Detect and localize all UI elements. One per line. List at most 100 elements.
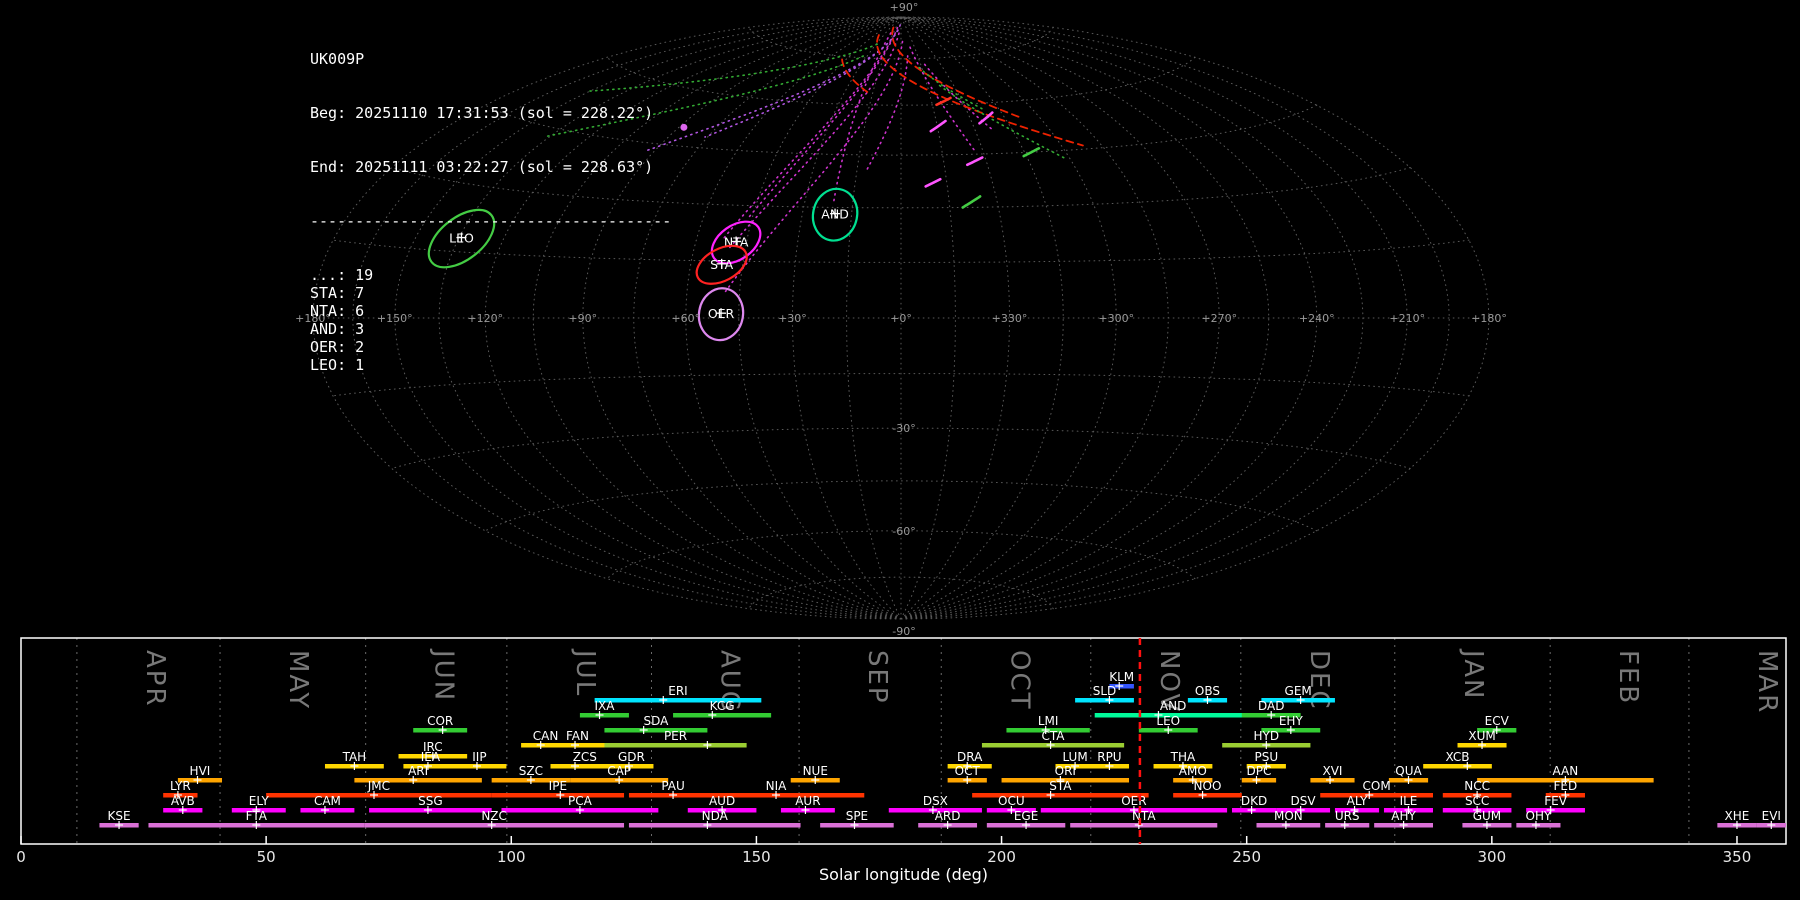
meteor-trail	[926, 179, 941, 186]
shower-label: SPE	[846, 809, 868, 823]
meteor-trail	[724, 41, 891, 238]
shower-label: SZC	[519, 764, 543, 778]
lon-axis-label: +300°	[1098, 312, 1134, 325]
lat-axis-label: -30°	[892, 422, 915, 435]
shower-label: NOO	[1194, 779, 1222, 793]
month-label: SEP	[862, 650, 892, 705]
shower-label: SCC	[1465, 794, 1489, 808]
shower-label: AHY	[1391, 809, 1416, 823]
shower-label: THA	[1170, 750, 1196, 764]
shower-label: XHE	[1725, 809, 1750, 823]
meteor-trail	[842, 59, 867, 92]
shower-label: DRA	[957, 750, 983, 764]
shower-label: CTA	[1042, 729, 1066, 743]
shower-label: ORI	[1055, 764, 1076, 778]
meteor-observation-screen: UK009P Beg: 20251110 17:31:53 (sol = 228…	[0, 0, 1800, 900]
lat-axis-label: -90°	[892, 625, 915, 638]
x-tick-label: 200	[987, 848, 1016, 866]
lon-axis-label: +30°	[778, 312, 807, 325]
shower-label: ECV	[1485, 714, 1510, 728]
shower-bar-xcb	[1423, 764, 1492, 769]
shower-label: LEO	[1156, 714, 1180, 728]
shower-label: TAH	[342, 750, 367, 764]
month-label: JUN	[429, 648, 459, 702]
x-tick-label: 50	[257, 848, 276, 866]
shower-bar-nda	[629, 823, 801, 828]
shower-label: GUM	[1473, 809, 1501, 823]
radiant-label: AND	[821, 207, 849, 222]
shower-label: IPE	[549, 779, 567, 793]
x-tick-label: 100	[497, 848, 526, 866]
lon-axis-label: +240°	[1299, 312, 1335, 325]
shower-label: GDR	[618, 750, 645, 764]
shower-label: OCT	[955, 764, 981, 778]
shower-label: KLM	[1109, 670, 1134, 684]
shower-label: AAN	[1553, 764, 1579, 778]
shower-label: PSU	[1254, 750, 1278, 764]
lon-axis-label: +210°	[1389, 312, 1425, 325]
shower-label: HYD	[1254, 729, 1280, 743]
x-tick-label: 150	[742, 848, 771, 866]
meteor-trail	[877, 35, 1083, 145]
count-line: STA: 7	[310, 284, 671, 302]
shower-label: NDA	[702, 809, 729, 823]
shower-label: ZCS	[573, 750, 597, 764]
meteor-trail	[940, 86, 1064, 158]
shower-label: COR	[427, 714, 453, 728]
shower-label: LUM	[1062, 750, 1087, 764]
activity-timeline: APRMAYJUNJULAUGSEPOCTNOVDECJANFEBMAR0501…	[16, 638, 1786, 884]
meteor-trail	[910, 47, 975, 151]
month-label: JAN	[1458, 648, 1488, 700]
shower-label: GEM	[1285, 684, 1312, 698]
station-code: UK009P	[310, 50, 671, 68]
x-tick-label: 350	[1723, 848, 1752, 866]
shower-label: ARI	[408, 764, 428, 778]
shower-label: NUE	[803, 764, 828, 778]
meteor-trail	[963, 196, 980, 207]
shower-label: DAD	[1258, 699, 1284, 713]
lon-axis-label: +180°	[1471, 312, 1507, 325]
shower-label: EHY	[1279, 714, 1304, 728]
shower-label: EGE	[1014, 809, 1038, 823]
radiant-label: OER	[708, 306, 735, 321]
shower-label: URS	[1335, 809, 1360, 823]
meteor-trail	[967, 158, 982, 165]
shower-label: AMO	[1179, 764, 1207, 778]
shower-label: ALY	[1347, 794, 1368, 808]
month-label: MAY	[283, 650, 313, 710]
count-line: AND: 3	[310, 320, 671, 338]
shower-label: FTA	[246, 809, 268, 823]
shower-label: SDA	[643, 714, 669, 728]
shower-label: AUD	[709, 794, 735, 808]
header-separator: ----------------------------------------	[310, 212, 671, 230]
month-label: JUL	[570, 648, 600, 697]
lon-axis-label: +60°	[671, 312, 700, 325]
shower-label: NCC	[1464, 779, 1490, 793]
shower-label: STA	[1049, 779, 1072, 793]
shower-counts: ...: 19STA: 7NTA: 6AND: 3OER: 2LEO: 1	[310, 266, 671, 374]
meteor-trail	[937, 98, 951, 105]
shower-label: PCA	[568, 794, 593, 808]
shower-label: NIA	[766, 779, 788, 793]
month-label: OCT	[1004, 650, 1034, 711]
count-line: ...: 19	[310, 266, 671, 284]
count-line: LEO: 1	[310, 356, 671, 374]
shower-label: DSX	[923, 794, 948, 808]
shower-label: AUR	[795, 794, 820, 808]
shower-bar-per	[604, 743, 746, 748]
shower-label: OHY	[1526, 809, 1552, 823]
radiant-label: STA	[710, 257, 734, 272]
shower-label: CAN	[533, 729, 559, 743]
x-tick-label: 250	[1232, 848, 1261, 866]
lat-axis-label: -60°	[892, 525, 915, 538]
shower-label: NTA	[1132, 809, 1156, 823]
shower-label: AND	[1160, 699, 1186, 713]
shower-label: OER	[1121, 794, 1146, 808]
shower-label: RPU	[1097, 750, 1121, 764]
month-label: MAR	[1752, 650, 1782, 714]
shower-label: KSE	[108, 809, 131, 823]
shower-label: FEV	[1544, 794, 1567, 808]
shower-label: NZC	[481, 809, 507, 823]
count-line: NTA: 6	[310, 302, 671, 320]
radiant-map-and-timeline-plot: LEONTASTAOERAND+180°+150°+120°+90°+60°+3…	[0, 0, 1800, 900]
